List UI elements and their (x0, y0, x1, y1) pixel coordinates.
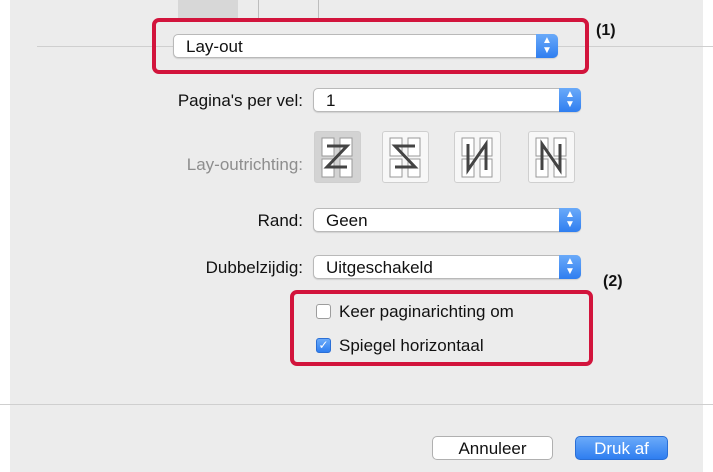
pages-per-sheet-label: Pagina's per vel: (177, 91, 303, 110)
duplex-value: Uitgeschakeld (326, 258, 433, 277)
border-value: Geen (326, 211, 368, 230)
tab-divider (258, 0, 259, 18)
layout-direction-z-button[interactable] (314, 131, 361, 183)
pages-per-sheet-value: 1 (326, 91, 336, 110)
mirror-horizontal-label: Spiegel horizontaal (339, 336, 484, 355)
n-direction-icon (535, 137, 567, 178)
popup-stepper-icon: ▲ ▼ (559, 208, 581, 232)
cancel-button[interactable]: Annuleer (432, 436, 553, 460)
border-popup[interactable]: Geen ▲ ▼ (313, 208, 581, 232)
layout-direction-n-reverse-button[interactable] (454, 131, 501, 183)
divider (0, 404, 713, 405)
tab-divider (318, 0, 319, 18)
layout-direction-reverse-z-button[interactable] (382, 131, 429, 183)
tab-stub (178, 0, 238, 18)
print-button[interactable]: Druk af (575, 436, 668, 460)
checkmark-icon: ✓ (316, 338, 331, 353)
callout-2: (2) (603, 273, 623, 290)
layout-direction-n-button[interactable] (528, 131, 575, 183)
section-popup[interactable]: Lay-out ▲ ▼ (173, 34, 558, 58)
callout-1: (1) (596, 22, 616, 39)
pages-per-sheet-popup[interactable]: 1 ▲ ▼ (313, 88, 581, 112)
popup-stepper-icon: ▲ ▼ (559, 88, 581, 112)
checkbox-unchecked-icon (316, 304, 331, 319)
reverse-page-orientation-label: Keer paginarichting om (339, 302, 514, 321)
border-label: Rand: (257, 211, 303, 230)
duplex-label: Dubbelzijdig: (205, 258, 303, 277)
popup-stepper-icon: ▲ ▼ (536, 34, 558, 58)
section-popup-value: Lay-out (186, 37, 243, 56)
n-reverse-direction-icon (461, 137, 493, 178)
layout-direction-label: Lay-outrichting: (186, 155, 303, 174)
popup-stepper-icon: ▲ ▼ (559, 255, 581, 279)
z-direction-icon (321, 137, 353, 178)
duplex-popup[interactable]: Uitgeschakeld ▲ ▼ (313, 255, 581, 279)
reverse-z-direction-icon (389, 137, 421, 178)
